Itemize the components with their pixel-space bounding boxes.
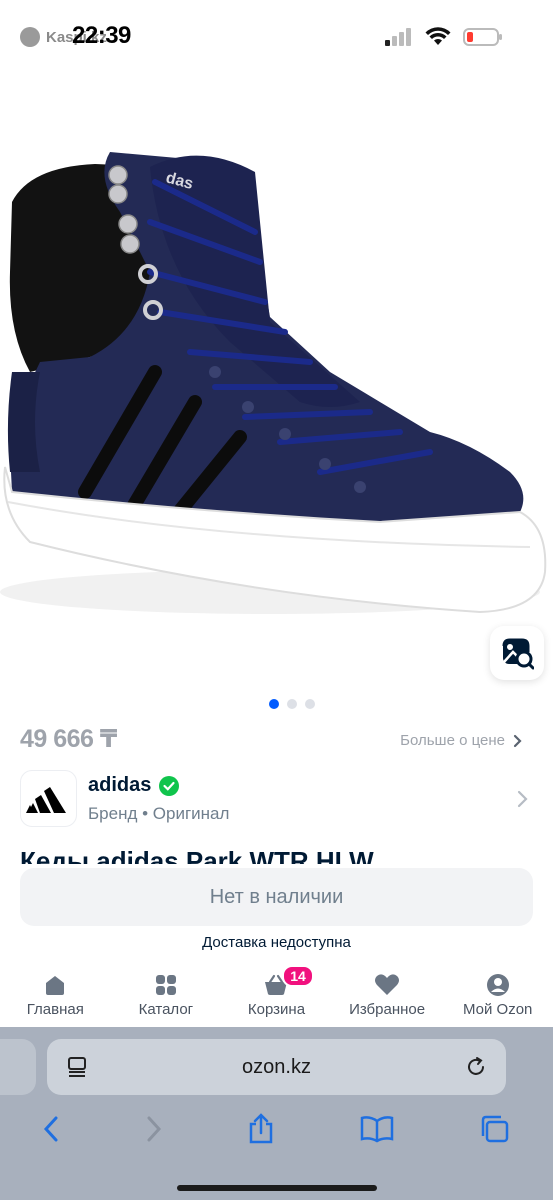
nav-profile-label: Мой Ozon	[462, 1001, 533, 1018]
product-price: 49 666 ₸	[20, 725, 117, 753]
clock: 22:39	[72, 22, 131, 49]
nav-catalog-label: Каталог	[138, 1001, 194, 1018]
visual-search-button[interactable]	[490, 626, 544, 680]
nav-cart[interactable]: 14 Корзина	[221, 965, 332, 1027]
status-icons	[385, 27, 503, 47]
chevron-right-icon	[513, 734, 522, 747]
signal-icon	[385, 28, 411, 46]
nav-cart-label: Корзина	[247, 1001, 306, 1018]
nav-favorites[interactable]: Избранное	[332, 965, 443, 1027]
kaspi-app-icon	[20, 27, 40, 47]
tabs-icon[interactable]	[479, 1114, 511, 1144]
forward-arrow-icon[interactable]	[145, 1115, 163, 1143]
brand-logo[interactable]	[20, 770, 77, 827]
address-bar[interactable]: ozon.kz	[47, 1039, 506, 1095]
catalog-icon	[155, 975, 176, 995]
nav-profile[interactable]: Мой Ozon	[442, 965, 553, 1027]
bookmarks-icon[interactable]	[360, 1115, 394, 1143]
product-image[interactable]: das	[0, 72, 553, 692]
profile-icon	[486, 974, 509, 996]
previous-tab[interactable]	[0, 1039, 36, 1095]
home-icon	[46, 976, 65, 995]
sneaker-illustration: das	[0, 152, 547, 614]
cart-badge: 14	[282, 965, 314, 987]
delivery-status: Доставка недоступна	[202, 934, 351, 951]
chevron-right-icon[interactable]	[517, 790, 529, 808]
adidas-logo-icon	[25, 786, 66, 813]
verified-check-icon	[159, 775, 180, 796]
home-indicator[interactable]	[177, 1185, 377, 1191]
image-pager	[0, 699, 553, 709]
wifi-icon	[425, 27, 451, 45]
image-search-icon	[502, 638, 534, 670]
brand-subtitle: Бренд • Оригинал	[88, 804, 230, 823]
page-menu-icon[interactable]	[66, 1056, 88, 1078]
pager-dot[interactable]	[286, 699, 297, 709]
bottom-nav: Главная Каталог 14 Корзина Избранное Мой…	[0, 965, 553, 1027]
url-text: ozon.kz	[242, 1055, 311, 1078]
status-bar: Kaspi.kz 22:39	[0, 0, 553, 72]
browser-toolbar: ozon.kz	[0, 1027, 553, 1200]
brand-name: adidas	[88, 774, 152, 796]
share-icon[interactable]	[247, 1113, 275, 1145]
out-of-stock-button[interactable]: Нет в наличии	[20, 868, 533, 926]
pager-dot[interactable]	[268, 699, 279, 709]
brand-name-row[interactable]: adidas	[88, 774, 180, 797]
nav-favorites-label: Избранное	[349, 1001, 426, 1018]
nav-home-label: Главная	[26, 1001, 84, 1018]
nav-home[interactable]: Главная	[0, 965, 111, 1027]
more-price-label: Больше о цене	[400, 732, 505, 749]
heart-icon	[375, 974, 400, 995]
product-title: Кеды adidas Park WTR HI W	[20, 846, 374, 864]
reload-icon[interactable]	[465, 1056, 487, 1078]
back-arrow-icon[interactable]	[42, 1115, 60, 1143]
nav-catalog[interactable]: Каталог	[111, 965, 222, 1027]
browser-tools	[0, 1107, 553, 1151]
battery-icon	[463, 28, 502, 46]
pager-dot[interactable]	[304, 699, 315, 709]
more-about-price-link[interactable]: Больше о цене	[400, 732, 523, 749]
